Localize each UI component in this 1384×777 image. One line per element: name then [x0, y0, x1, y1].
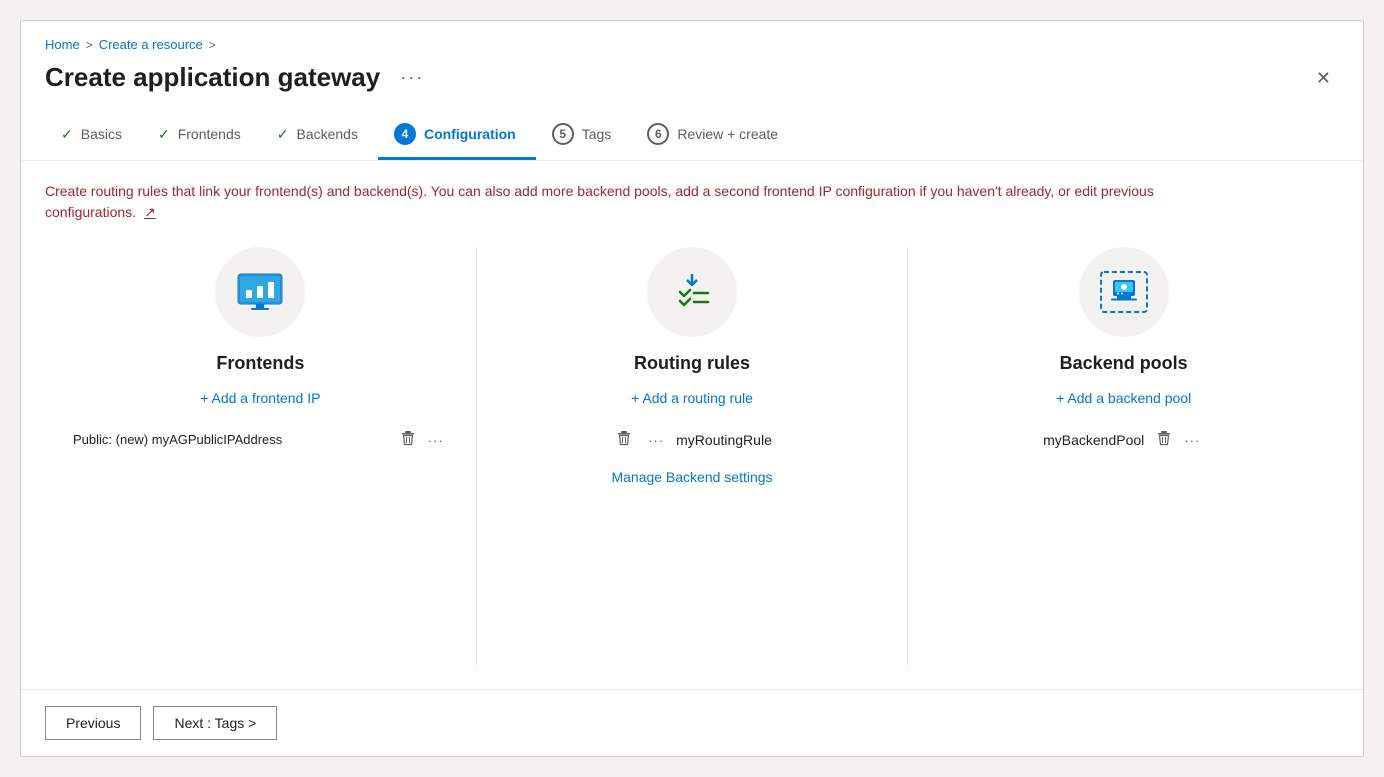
previous-button[interactable]: Previous [45, 706, 141, 740]
backend-item-actions: ··· [1152, 426, 1204, 453]
breadcrumb-sep1: > [86, 38, 93, 52]
frontend-item: Public: (new) myAGPublicIPAddress [65, 426, 456, 453]
title-row: Create application gateway ··· ✕ [45, 62, 1339, 93]
tab-basics[interactable]: ✓ Basics [45, 116, 142, 158]
frontend-more-button[interactable]: ··· [424, 428, 448, 452]
info-text-content: Create routing rules that link your fron… [45, 183, 1154, 220]
routing-column: Routing rules + Add a routing rule ·· [477, 247, 909, 669]
tab-tags-label: Tags [582, 126, 612, 142]
panel-header: Home > Create a resource > Create applic… [21, 21, 1363, 93]
tab-backends[interactable]: ✓ Backends [261, 116, 378, 158]
tab-circle-configuration: 4 [394, 123, 416, 145]
tab-tags[interactable]: 5 Tags [536, 113, 632, 160]
tab-configuration-label: Configuration [424, 126, 516, 142]
create-gateway-panel: Home > Create a resource > Create applic… [20, 20, 1364, 757]
add-frontend-link[interactable]: + Add a frontend IP [200, 390, 320, 406]
ellipsis-button[interactable]: ··· [392, 63, 432, 92]
breadcrumb-create-resource[interactable]: Create a resource [99, 37, 203, 52]
backend-icon-circle [1079, 247, 1169, 337]
routing-more-button[interactable]: ··· [644, 428, 668, 452]
close-button[interactable]: ✕ [1308, 65, 1339, 91]
panel-footer: Previous Next : Tags > [21, 689, 1363, 756]
routing-title: Routing rules [634, 353, 750, 374]
breadcrumb-sep2: > [209, 38, 216, 52]
backend-more-button[interactable]: ··· [1180, 428, 1204, 452]
next-button[interactable]: Next : Tags > [153, 706, 277, 740]
tab-backends-label: Backends [296, 126, 357, 142]
frontends-column: Frontends + Add a frontend IP Public: (n… [45, 247, 477, 669]
check-icon-frontends: ✓ [158, 126, 170, 143]
backend-icon [1099, 270, 1149, 314]
tabs-row: ✓ Basics ✓ Frontends ✓ Backends 4 Config… [21, 93, 1363, 161]
backend-item-label: myBackendPool [1043, 432, 1144, 448]
routing-item-row: ··· myRoutingRule [497, 426, 888, 453]
info-external-link[interactable]: ↗ [144, 204, 156, 220]
backend-title: Backend pools [1060, 353, 1188, 374]
tab-review-label: Review + create [677, 126, 778, 142]
backend-delete-button[interactable] [1152, 426, 1176, 453]
routing-delete-button[interactable] [612, 426, 636, 453]
page-title: Create application gateway [45, 62, 380, 93]
frontends-icon [236, 272, 284, 312]
tab-circle-review: 6 [647, 123, 669, 145]
breadcrumb-home[interactable]: Home [45, 37, 80, 52]
frontend-delete-button[interactable] [396, 426, 420, 453]
routing-item-label: myRoutingRule [676, 432, 772, 448]
panel-body: Create routing rules that link your fron… [21, 161, 1363, 689]
backend-item-row: myBackendPool ··· [928, 426, 1319, 453]
add-backend-link[interactable]: + Add a backend pool [1056, 390, 1191, 406]
info-text: Create routing rules that link your fron… [45, 181, 1245, 223]
frontends-icon-circle [215, 247, 305, 337]
add-routing-link[interactable]: + Add a routing rule [631, 390, 753, 406]
title-left: Create application gateway ··· [45, 62, 432, 93]
tab-configuration[interactable]: 4 Configuration [378, 113, 536, 160]
frontend-item-actions: ··· [396, 426, 448, 453]
routing-icon [668, 270, 716, 314]
manage-backend-link[interactable]: Manage Backend settings [611, 469, 772, 485]
tab-review[interactable]: 6 Review + create [631, 113, 798, 160]
tab-frontends[interactable]: ✓ Frontends [142, 116, 261, 158]
frontends-title: Frontends [216, 353, 304, 374]
check-icon-basics: ✓ [61, 126, 73, 143]
frontend-item-label: Public: (new) myAGPublicIPAddress [73, 432, 388, 447]
breadcrumb: Home > Create a resource > [45, 37, 1339, 52]
tab-circle-tags: 5 [552, 123, 574, 145]
config-columns: Frontends + Add a frontend IP Public: (n… [45, 247, 1339, 669]
tab-basics-label: Basics [81, 126, 122, 142]
backend-column: Backend pools + Add a backend pool myBac… [908, 247, 1339, 669]
routing-icon-circle [647, 247, 737, 337]
tab-frontends-label: Frontends [178, 126, 241, 142]
check-icon-backends: ✓ [277, 126, 289, 143]
